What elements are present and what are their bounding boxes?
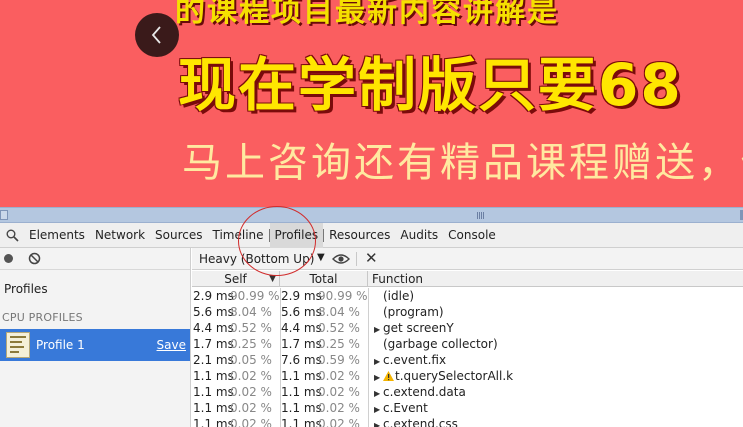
sidebar-title: Profiles: [4, 282, 48, 296]
function-label: (garbage collector): [383, 337, 498, 351]
self-time: 2.9 ms: [193, 289, 234, 303]
tab-sources[interactable]: Sources: [150, 223, 207, 248]
expand-triangle-icon[interactable]: ▶: [374, 418, 383, 427]
table-row[interactable]: 1.1 ms 0.02 % 1.1 ms 0.02 % ▶ c.extend.da…: [192, 384, 743, 400]
self-time: 2.1 ms: [193, 353, 234, 367]
table-row[interactable]: 1.1 ms 0.02 % 1.1 ms 0.02 % ▶ c.extend.cs…: [192, 416, 743, 427]
close-icon[interactable]: ✕: [365, 249, 378, 267]
dropdown-arrow-icon[interactable]: ▼: [317, 252, 325, 263]
table-row[interactable]: 5.6 ms 8.04 % 5.6 ms 8.04 % (program): [192, 304, 743, 320]
table-row[interactable]: 4.4 ms 0.52 % 4.4 ms 0.52 % ▶ get screenY: [192, 320, 743, 336]
sidebar-item-profile-1[interactable]: Profile 1 Save: [0, 329, 190, 361]
total-time: 1.1 ms: [281, 385, 322, 399]
self-percent: 0.02 %: [230, 401, 272, 415]
total-time: 4.4 ms: [281, 321, 322, 335]
function-label: c.extend.data: [383, 385, 466, 399]
function-name: ▶ c.extend.css: [374, 416, 458, 427]
table-row[interactable]: 1.1 ms 0.02 % 1.1 ms 0.02 % ▶ c.Event: [192, 400, 743, 416]
self-percent: 90.99 %: [230, 289, 280, 303]
self-time: 1.7 ms: [193, 337, 234, 351]
banner-headline: 现在学制版只要68: [178, 51, 683, 119]
self-time: 1.1 ms: [193, 385, 234, 399]
self-percent: 0.52 %: [230, 321, 272, 335]
promo-banner: 的课程项目最新内容讲解是 现在学制版只要68 马上咨询还有精品课程赠送，你还: [0, 0, 743, 207]
total-time: 5.6 ms: [281, 305, 322, 319]
profile-name: Profile 1: [36, 338, 85, 352]
function-label: (idle): [383, 289, 415, 303]
total-percent: 0.02 %: [318, 369, 360, 383]
table-row[interactable]: 1.1 ms 0.02 % 1.1 ms 0.02 % ▶ t.querySele…: [192, 368, 743, 384]
function-label: c.extend.css: [383, 417, 458, 427]
self-percent: 0.05 %: [230, 353, 272, 367]
banner-subline: 马上咨询还有精品课程赠送，你还: [182, 140, 743, 186]
self-percent: 8.04 %: [230, 305, 272, 319]
profiles-sidebar: Profiles CPU PROFILES Profile 1 Save: [0, 248, 191, 427]
tab-elements[interactable]: Elements: [24, 223, 90, 248]
toolbar-divider: [356, 252, 357, 266]
total-percent: 90.99 %: [318, 289, 368, 303]
total-percent: 0.02 %: [318, 417, 360, 427]
table-row[interactable]: 2.1 ms 0.05 % 7.6 ms 0.59 % ▶ c.event.fix: [192, 352, 743, 368]
self-time: 1.1 ms: [193, 417, 234, 427]
self-percent: 0.02 %: [230, 385, 272, 399]
profile-file-icon: [6, 332, 30, 358]
total-time: 1.1 ms: [281, 369, 322, 383]
total-percent: 0.25 %: [318, 337, 360, 351]
total-percent: 0.52 %: [318, 321, 360, 335]
table-row[interactable]: 1.7 ms 0.25 % 1.7 ms 0.25 % (garbage col…: [192, 336, 743, 352]
tab-network[interactable]: Network: [90, 223, 150, 248]
annotation-circle: [238, 206, 316, 276]
function-header-label: Function: [372, 272, 424, 286]
self-percent: 0.02 %: [230, 417, 272, 427]
total-percent: 0.02 %: [318, 385, 360, 399]
function-name: (garbage collector): [374, 336, 498, 352]
column-header-function[interactable]: Function: [372, 271, 423, 287]
self-header-label: Self: [224, 272, 247, 286]
tab-resources[interactable]: Resources: [324, 223, 395, 248]
total-header-label: Total: [309, 272, 338, 286]
total-time: 1.1 ms: [281, 417, 322, 427]
self-time: 4.4 ms: [193, 321, 234, 335]
function-label: c.Event: [383, 401, 428, 415]
self-time: 5.6 ms: [193, 305, 234, 319]
warning-icon: [383, 371, 394, 381]
clear-icon[interactable]: [28, 252, 41, 265]
search-icon[interactable]: [0, 223, 24, 248]
devtools-resize-splitter[interactable]: [0, 207, 743, 223]
devtools-tab-bar: Elements Network Sources Timeline Profil…: [0, 222, 743, 248]
function-label: get screenY: [383, 321, 454, 335]
table-row[interactable]: 2.9 ms 90.99 % 2.9 ms 90.99 % (idle): [192, 288, 743, 304]
banner-top-text: 的课程项目最新内容讲解是: [175, 0, 559, 29]
tab-audits[interactable]: Audits: [395, 223, 443, 248]
total-percent: 0.02 %: [318, 401, 360, 415]
function-label: c.event.fix: [383, 353, 447, 367]
tab-console[interactable]: Console: [443, 223, 501, 248]
save-link[interactable]: Save: [157, 338, 186, 352]
splitter-left-cap: [0, 210, 8, 220]
self-time: 1.1 ms: [193, 401, 234, 415]
screen: 的课程项目最新内容讲解是 现在学制版只要68 马上咨询还有精品课程赠送，你还 E…: [0, 0, 743, 427]
record-icon[interactable]: [3, 253, 14, 264]
self-percent: 0.02 %: [230, 369, 272, 383]
chevron-left-icon: [151, 26, 161, 44]
function-label: (program): [383, 305, 444, 319]
total-percent: 8.04 %: [318, 305, 360, 319]
function-name: (program): [374, 304, 444, 320]
sidebar-toolbar: [0, 248, 190, 270]
eye-icon[interactable]: [332, 252, 350, 266]
carousel-prev-button[interactable]: [135, 13, 179, 57]
total-percent: 0.59 %: [318, 353, 360, 367]
total-time: 1.1 ms: [281, 401, 322, 415]
splitter-grip[interactable]: [477, 212, 485, 219]
self-time: 1.1 ms: [193, 369, 234, 383]
self-percent: 0.25 %: [230, 337, 272, 351]
total-time: 7.6 ms: [281, 353, 322, 367]
function-label: t.querySelectorAll.k: [395, 369, 514, 383]
total-time: 2.9 ms: [281, 289, 322, 303]
cpu-profiles-section: CPU PROFILES: [2, 311, 83, 324]
function-name: (idle): [374, 288, 414, 304]
total-time: 1.7 ms: [281, 337, 322, 351]
profile-table-body: 2.9 ms 90.99 % 2.9 ms 90.99 % (idle) 5.6…: [192, 288, 743, 427]
column-header-total[interactable]: Total: [280, 271, 368, 287]
